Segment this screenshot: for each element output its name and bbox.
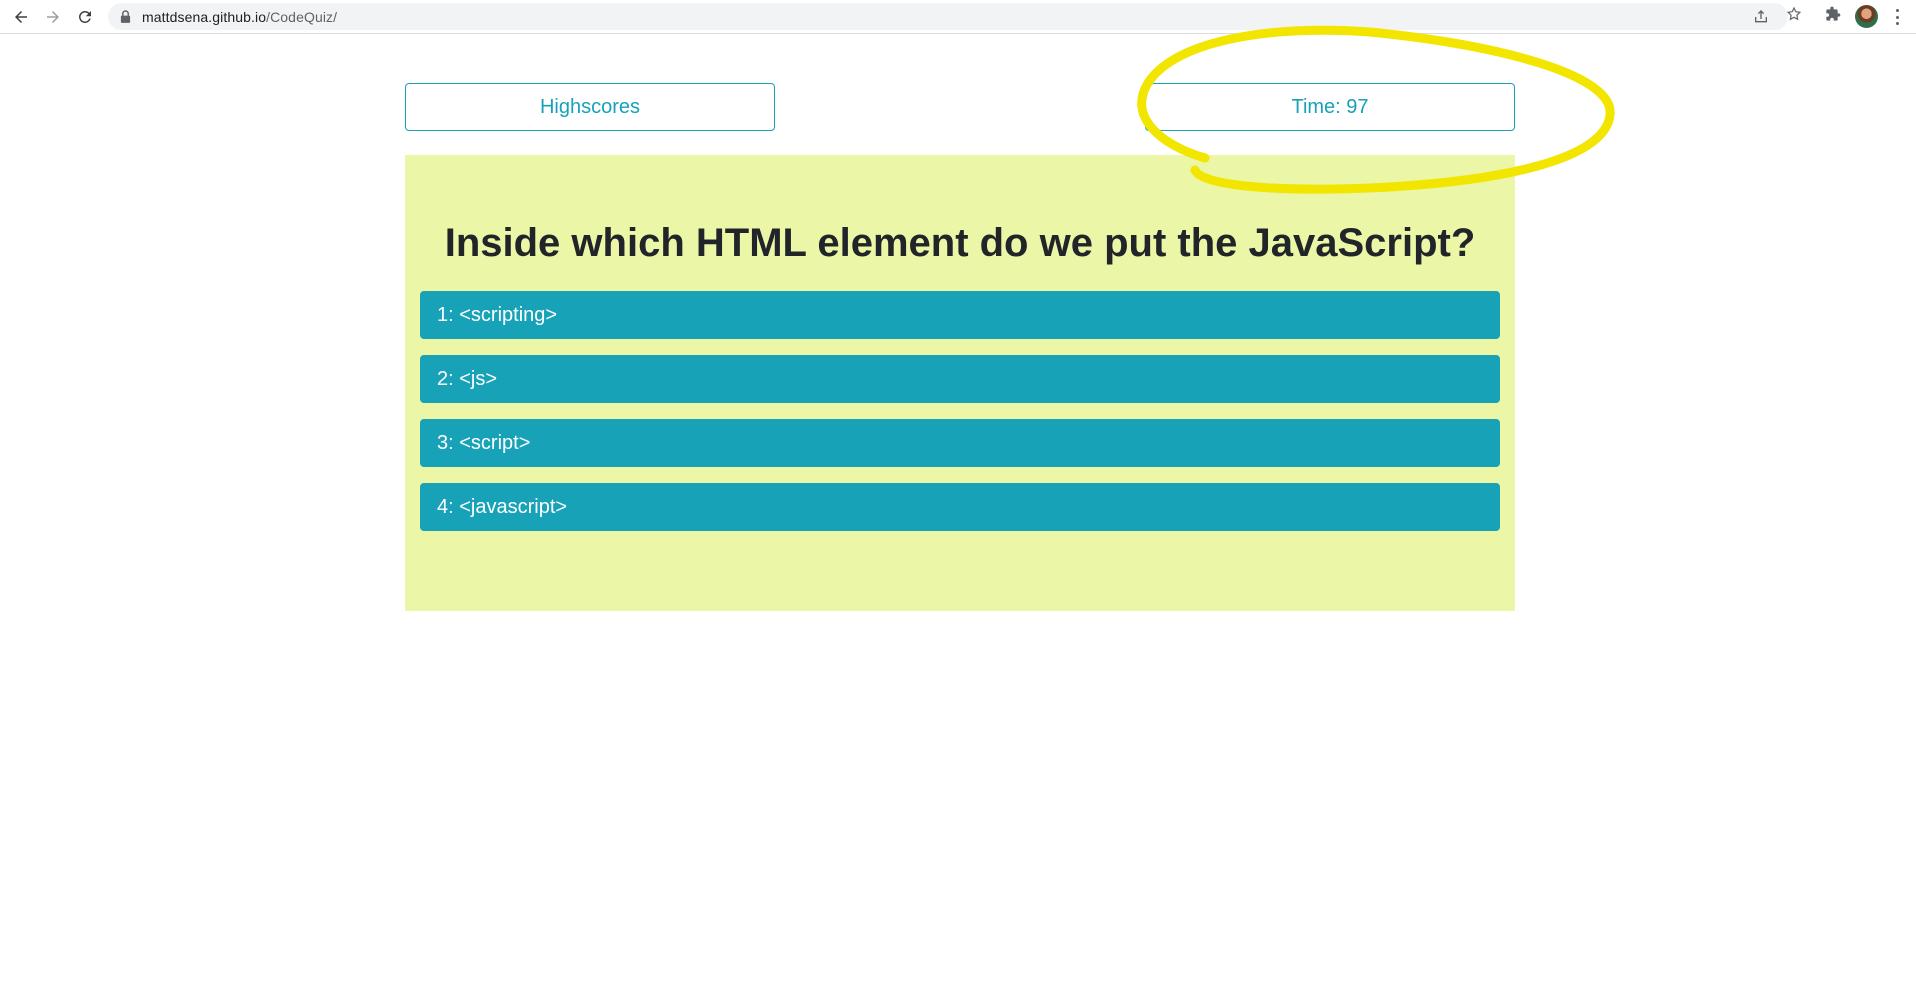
- url-host: mattdsena.github.io: [142, 8, 267, 25]
- answer-button-1[interactable]: 1: <scripting>: [420, 291, 1500, 339]
- share-icon[interactable]: [1751, 7, 1771, 27]
- forward-arrow-icon[interactable]: [42, 6, 64, 28]
- extensions-puzzle-icon[interactable]: [1823, 4, 1843, 24]
- profile-avatar[interactable]: [1855, 5, 1878, 28]
- answer-button-2[interactable]: 2: <js>: [420, 355, 1500, 403]
- url-text: mattdsena.github.io/CodeQuiz/: [142, 9, 337, 25]
- reload-icon[interactable]: [74, 6, 96, 28]
- highscores-button[interactable]: Highscores: [405, 83, 775, 131]
- browser-toolbar: mattdsena.github.io/CodeQuiz/: [0, 0, 1916, 34]
- lock-icon: [120, 10, 132, 24]
- answer-button-3[interactable]: 3: <script>: [420, 419, 1500, 467]
- bookmark-star-icon[interactable]: [1784, 4, 1804, 24]
- back-arrow-icon[interactable]: [10, 6, 32, 28]
- answer-button-4[interactable]: 4: <javascript>: [420, 483, 1500, 531]
- timer-display: Time: 97: [1145, 83, 1515, 131]
- question-text: Inside which HTML element do we put the …: [444, 221, 1476, 265]
- address-bar[interactable]: mattdsena.github.io/CodeQuiz/: [108, 3, 1788, 30]
- quiz-card: Inside which HTML element do we put the …: [405, 155, 1515, 611]
- browser-menu-icon[interactable]: [1892, 7, 1902, 27]
- url-path: /CodeQuiz/: [266, 8, 338, 25]
